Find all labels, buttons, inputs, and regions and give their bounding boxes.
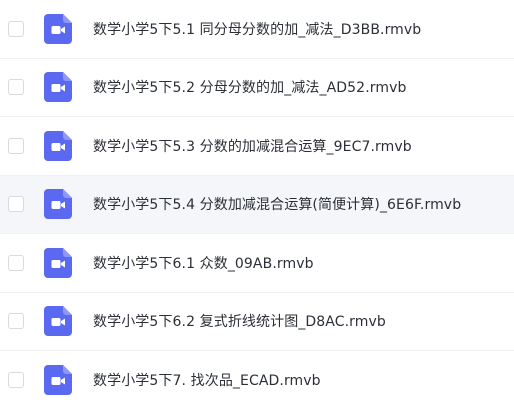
file-list: 数学小学5下5.1 同分母分数的加_减法_D3BB.rmvb 数学小学5下5.2… (0, 0, 514, 403)
video-file-icon (44, 306, 72, 337)
file-row[interactable]: 数学小学5下5.2 分母分数的加_减法_AD52.rmvb (0, 59, 514, 117)
video-file-icon (44, 364, 72, 395)
file-name[interactable]: 数学小学5下5.1 同分母分数的加_减法_D3BB.rmvb (93, 19, 421, 39)
row-checkbox[interactable] (8, 371, 24, 388)
row-checkbox[interactable] (8, 196, 24, 213)
file-name[interactable]: 数学小学5下6.2 复式折线统计图_D8AC.rmvb (93, 311, 386, 331)
file-row-hovered[interactable]: 数学小学5下5.4 分数加减混合运算(简便计算)_6E6F.rmvb (0, 175, 514, 234)
file-name[interactable]: 数学小学5下5.2 分母分数的加_减法_AD52.rmvb (93, 77, 406, 97)
file-name[interactable]: 数学小学5下6.1 众数_09AB.rmvb (93, 253, 314, 273)
row-checkbox[interactable] (8, 20, 24, 37)
file-name[interactable]: 数学小学5下7. 找次品_ECAD.rmvb (93, 370, 321, 390)
file-row[interactable]: 数学小学5下6.1 众数_09AB.rmvb (0, 234, 514, 293)
file-row[interactable]: 数学小学5下6.2 复式折线统计图_D8AC.rmvb (0, 293, 514, 351)
video-file-icon (44, 130, 72, 161)
row-checkbox[interactable] (8, 79, 24, 96)
file-row[interactable]: 数学小学5下5.1 同分母分数的加_减法_D3BB.rmvb (0, 0, 514, 59)
row-checkbox[interactable] (8, 313, 24, 330)
video-file-icon (44, 189, 72, 220)
file-row[interactable]: 数学小学5下7. 找次品_ECAD.rmvb (0, 351, 514, 403)
video-file-icon (44, 72, 72, 103)
file-name[interactable]: 数学小学5下5.3 分数的加减混合运算_9EC7.rmvb (93, 136, 412, 156)
file-name[interactable]: 数学小学5下5.4 分数加减混合运算(简便计算)_6E6F.rmvb (93, 194, 461, 214)
video-file-icon (44, 247, 72, 278)
video-file-icon (44, 13, 72, 44)
file-row[interactable]: 数学小学5下5.3 分数的加减混合运算_9EC7.rmvb (0, 117, 514, 176)
row-checkbox[interactable] (8, 137, 24, 154)
row-checkbox[interactable] (8, 254, 24, 271)
